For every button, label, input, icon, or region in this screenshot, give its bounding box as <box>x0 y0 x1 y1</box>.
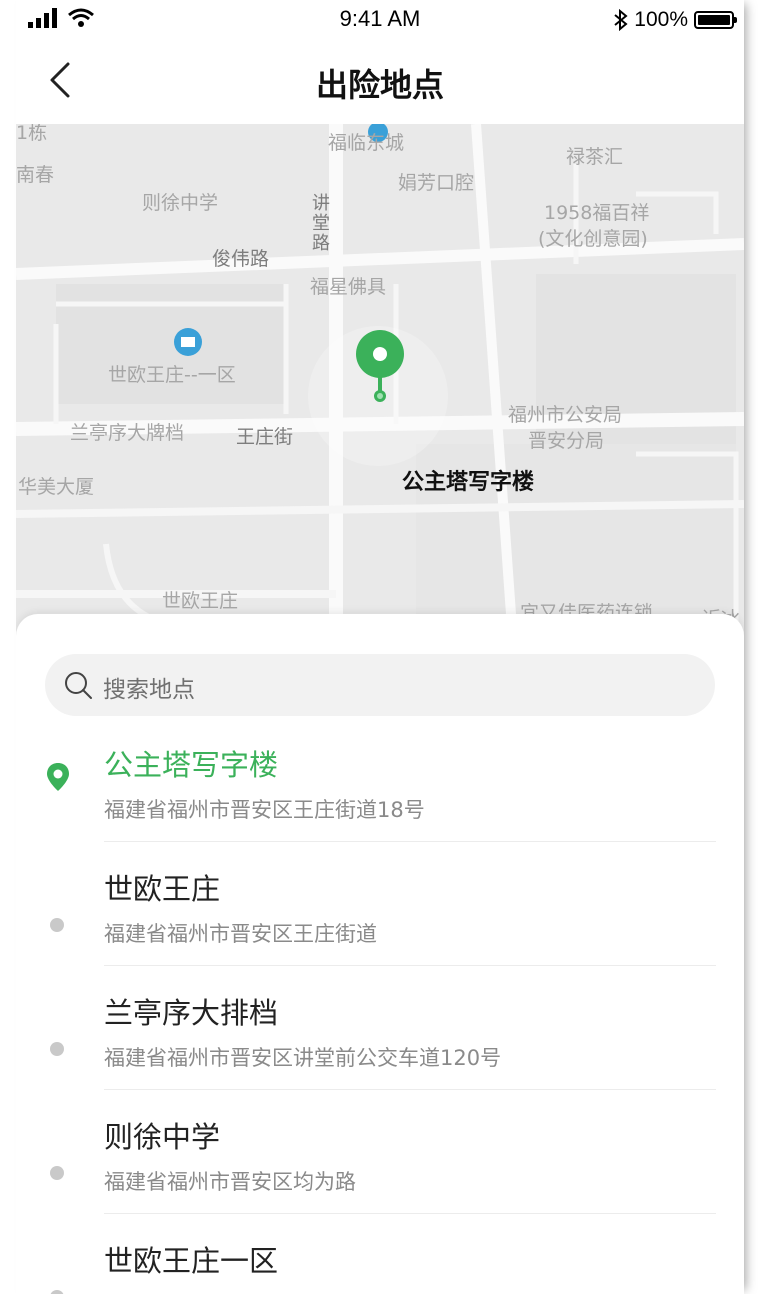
map-label: (文化创意园) <box>538 228 648 250</box>
map-label: 福星佛具 <box>310 276 387 298</box>
bluetooth-icon <box>614 9 628 31</box>
map-label: 福临东城 <box>328 132 405 154</box>
place-sheet: 搜索地点 公主塔写字楼 福建省福州市晋安区王庄街道18号 世欧王庄 福建省福州市… <box>16 614 744 1294</box>
phone-screen: 9:41 AM 100% 出险地点 1栋 南春 福临东城 禄茶汇 娟芳口腔 则徐… <box>16 0 744 1294</box>
battery-icon <box>694 11 737 29</box>
map-label: 世欧王庄--一区 <box>108 364 236 386</box>
list-item[interactable]: 公主塔写字楼 福建省福州市晋安区王庄街道18号 <box>16 718 744 842</box>
place-name: 世欧王庄 <box>104 872 221 906</box>
dot-icon <box>50 1042 64 1056</box>
place-address: 福建省福州市晋安区均为路 <box>104 1170 356 1194</box>
map-label: 娟芳口腔 <box>398 172 475 194</box>
nav-bar: 出险地点 <box>16 40 744 124</box>
map-view[interactable]: 1栋 南春 福临东城 禄茶汇 娟芳口腔 则徐中学 讲堂路 1958福百祥 (文化… <box>16 124 744 684</box>
list-item[interactable]: 世欧王庄一区 <box>16 1214 744 1294</box>
map-label: 1栋 <box>16 124 48 144</box>
status-right: 100% <box>614 8 737 32</box>
search-input[interactable]: 搜索地点 <box>103 670 195 704</box>
map-label: 晋安分局 <box>528 430 605 452</box>
battery-percent: 100% <box>634 8 688 31</box>
map-label: 华美大厦 <box>18 476 95 498</box>
place-name: 则徐中学 <box>104 1120 221 1154</box>
place-list: 公主塔写字楼 福建省福州市晋安区王庄街道18号 世欧王庄 福建省福州市晋安区王庄… <box>16 718 744 1294</box>
map-label: 兰亭序大牌档 <box>70 422 185 444</box>
dot-icon <box>50 1166 64 1180</box>
map-label: 禄茶汇 <box>566 146 624 168</box>
map-label: 俊伟路 <box>212 248 270 270</box>
place-name: 兰亭序大排档 <box>104 996 279 1030</box>
place-address: 福建省福州市晋安区讲堂前公交车道120号 <box>104 1046 502 1070</box>
search-bar[interactable]: 搜索地点 <box>45 654 715 716</box>
place-address: 福建省福州市晋安区王庄街道18号 <box>104 798 425 822</box>
status-bar: 9:41 AM 100% <box>16 0 744 40</box>
location-pin-icon <box>47 763 69 791</box>
dot-icon <box>50 918 64 932</box>
map-label: 1958福百祥 <box>544 202 650 224</box>
list-item[interactable]: 兰亭序大排档 福建省福州市晋安区讲堂前公交车道120号 <box>16 966 744 1090</box>
place-name: 公主塔写字楼 <box>104 748 279 782</box>
place-address: 福建省福州市晋安区王庄街道 <box>104 922 377 946</box>
page-title: 出险地点 <box>315 66 444 104</box>
place-name: 世欧王庄一区 <box>104 1244 279 1278</box>
map-label: 则徐中学 <box>142 192 219 214</box>
map-label: 福州市公安局 <box>508 404 623 426</box>
map-label: 南春 <box>16 164 55 186</box>
map-label: 王庄街 <box>236 426 294 448</box>
dot-icon <box>50 1290 64 1294</box>
map-label: 讲堂路 <box>312 193 330 254</box>
map-label: 世欧王庄 <box>162 590 239 612</box>
map-label-selected: 公主塔写字楼 <box>402 470 535 495</box>
list-item[interactable]: 则徐中学 福建省福州市晋安区均为路 <box>16 1090 744 1214</box>
list-item[interactable]: 世欧王庄 福建省福州市晋安区王庄街道 <box>16 842 744 966</box>
search-icon <box>65 672 92 699</box>
